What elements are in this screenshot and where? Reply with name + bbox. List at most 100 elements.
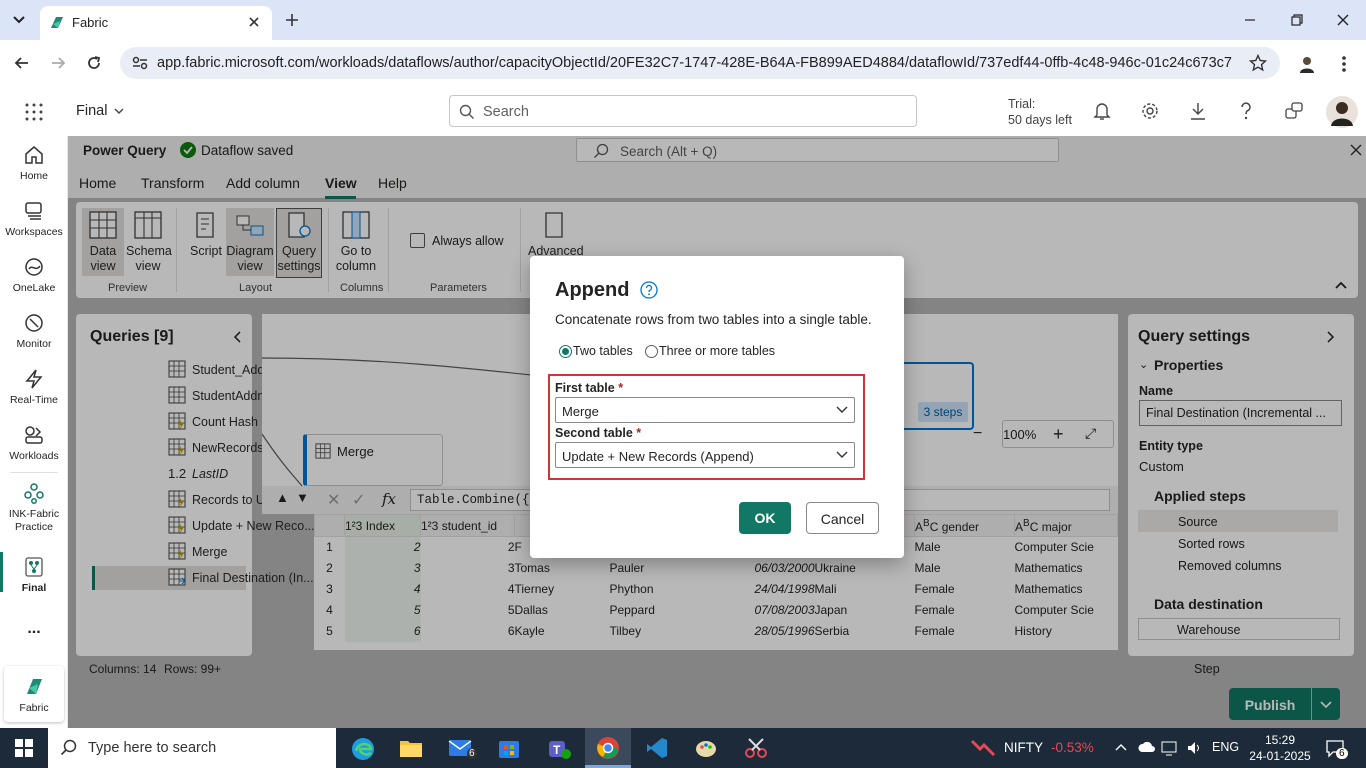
rail-item-realtime[interactable]: Real-Time [0,368,68,406]
rail-item-workspace[interactable]: INK-Fabric Practice [0,482,68,534]
clock-time: 15:29 [1264,733,1296,747]
network-icon[interactable] [1161,740,1177,756]
workspace-icon [24,483,44,504]
help-question-icon[interactable] [640,281,658,299]
monitor-icon [25,314,43,332]
notifications-bell-icon[interactable] [1093,101,1111,121]
back-icon[interactable] [13,54,31,72]
browser-tab[interactable]: Fabric [40,6,272,40]
two-tables-label: Two tables [573,344,633,358]
settings-gear-icon[interactable] [1140,101,1160,121]
second-table-dropdown[interactable]: Update + New Records (Append) [555,442,855,468]
mail-badge: 6 [467,748,477,759]
chrome-icon[interactable] [596,736,620,760]
two-tables-radio[interactable] [559,345,572,358]
close-tab-icon[interactable] [246,14,262,30]
nifty-ticker-icon [970,737,996,759]
rail-fabric-switcher[interactable]: Fabric [4,666,64,722]
restore-icon[interactable] [1289,12,1305,28]
trial-status: Trial: 50 days left [1008,96,1072,128]
rail-label-workspace: INK-Fabric Practice [8,508,60,533]
nifty-label[interactable]: NIFTY [1004,740,1043,755]
first-table-value: Merge [562,404,599,419]
forward-icon[interactable] [49,54,67,72]
second-table-value: Update + New Records (Append) [562,449,754,464]
tab-title: Fabric [72,15,109,30]
download-icon[interactable] [1189,101,1207,121]
rail-item-final[interactable]: Final [0,556,68,594]
rail-item-home[interactable]: Home [0,144,68,182]
fabric-search-input[interactable]: Search [449,95,917,127]
snipping-tool-icon[interactable] [743,736,769,760]
rail-item-monitor[interactable]: Monitor [0,312,68,350]
volume-icon[interactable] [1186,740,1202,756]
dialog-title: Append [555,279,630,301]
language-indicator[interactable]: ENG [1212,740,1239,754]
item-name-chevron-icon[interactable] [113,105,125,117]
clock[interactable]: 15:29 24-01-2025 [1248,732,1312,764]
taskbar-search-box[interactable]: Type here to search [48,728,336,768]
teams-icon[interactable]: T [546,736,572,762]
vscode-icon[interactable] [645,736,669,760]
close-window-icon[interactable] [1335,12,1351,28]
profile-avatar-icon[interactable] [1297,54,1317,74]
help-icon[interactable] [1238,101,1254,121]
rail-item-workspaces[interactable]: Workspaces [0,200,68,238]
browser-tab-bar: Fabric [0,0,1366,40]
file-explorer-icon[interactable] [399,737,423,759]
clock-date: 24-01-2025 [1249,749,1311,763]
app-launcher-icon[interactable] [24,102,44,122]
chevron-down-icon [835,405,849,415]
paint-icon[interactable] [694,736,718,760]
chevron-down-icon [835,450,849,460]
workspaces-icon [25,202,42,220]
fabric-logo-icon [27,679,42,694]
onedrive-cloud-icon[interactable] [1138,740,1156,754]
three-or-more-label: Three or more tables [659,344,776,358]
new-tab-icon[interactable] [284,12,300,28]
url-text: app.fabric.microsoft.com/workloads/dataf… [157,55,1232,71]
ok-button[interactable]: OK [739,502,791,534]
store-icon[interactable] [497,736,521,760]
rail-label-workloads: Workloads [9,450,59,462]
dialog-description: Concatenate rows from two tables into a … [555,312,872,327]
left-nav-rail: Home Workspaces OneLake Monitor Real-Tim… [0,136,68,728]
user-avatar[interactable] [1326,96,1358,128]
feedback-share-icon[interactable] [1284,101,1304,121]
first-table-label: First table * [555,381,624,395]
cancel-button[interactable]: Cancel [806,502,879,534]
edge-browser-icon[interactable] [350,736,376,762]
radio-selected-dot [562,348,569,355]
windows-taskbar: Type here to search 6 T NIFTY -0.53% ENG… [0,728,1366,768]
site-info-icon[interactable] [131,55,149,71]
minimize-icon[interactable] [1242,12,1258,28]
fabric-favicon-icon [48,14,66,32]
append-dialog: Append Concatenate rows from two tables … [530,256,904,558]
rail-label-workspaces: Workspaces [5,226,63,238]
rail-label-monitor: Monitor [16,338,52,350]
rail-item-onelake[interactable]: OneLake [0,256,68,294]
browser-menu-icon[interactable] [1336,54,1352,74]
item-name[interactable]: Final [76,103,107,119]
tab-list-chevron-icon[interactable] [10,12,28,28]
rail-item-workloads[interactable]: Workloads [0,424,68,462]
trial-label: Trial: [1008,97,1036,111]
three-or-more-radio[interactable] [645,345,658,358]
first-table-dropdown[interactable]: Merge [555,397,855,423]
taskbar-search-placeholder: Type here to search [88,740,217,756]
tray-chevron-up-icon[interactable] [1114,741,1128,753]
onelake-icon [25,258,43,276]
search-icon [459,104,475,120]
rail-label-home: Home [19,170,48,182]
taskbar-search-icon [60,739,78,757]
rail-label-final: Final [21,582,47,594]
url-field[interactable]: app.fabric.microsoft.com/workloads/dataf… [120,47,1280,79]
second-table-label: Second table * [555,426,642,440]
nifty-change: -0.53% [1051,740,1094,755]
windows-start-icon[interactable] [15,739,33,757]
realtime-icon [25,369,43,389]
reload-icon[interactable] [85,54,103,72]
rail-fabric-label: Fabric [19,702,49,714]
rail-more[interactable]: ... [0,620,68,638]
bookmark-star-icon[interactable] [1249,54,1267,72]
